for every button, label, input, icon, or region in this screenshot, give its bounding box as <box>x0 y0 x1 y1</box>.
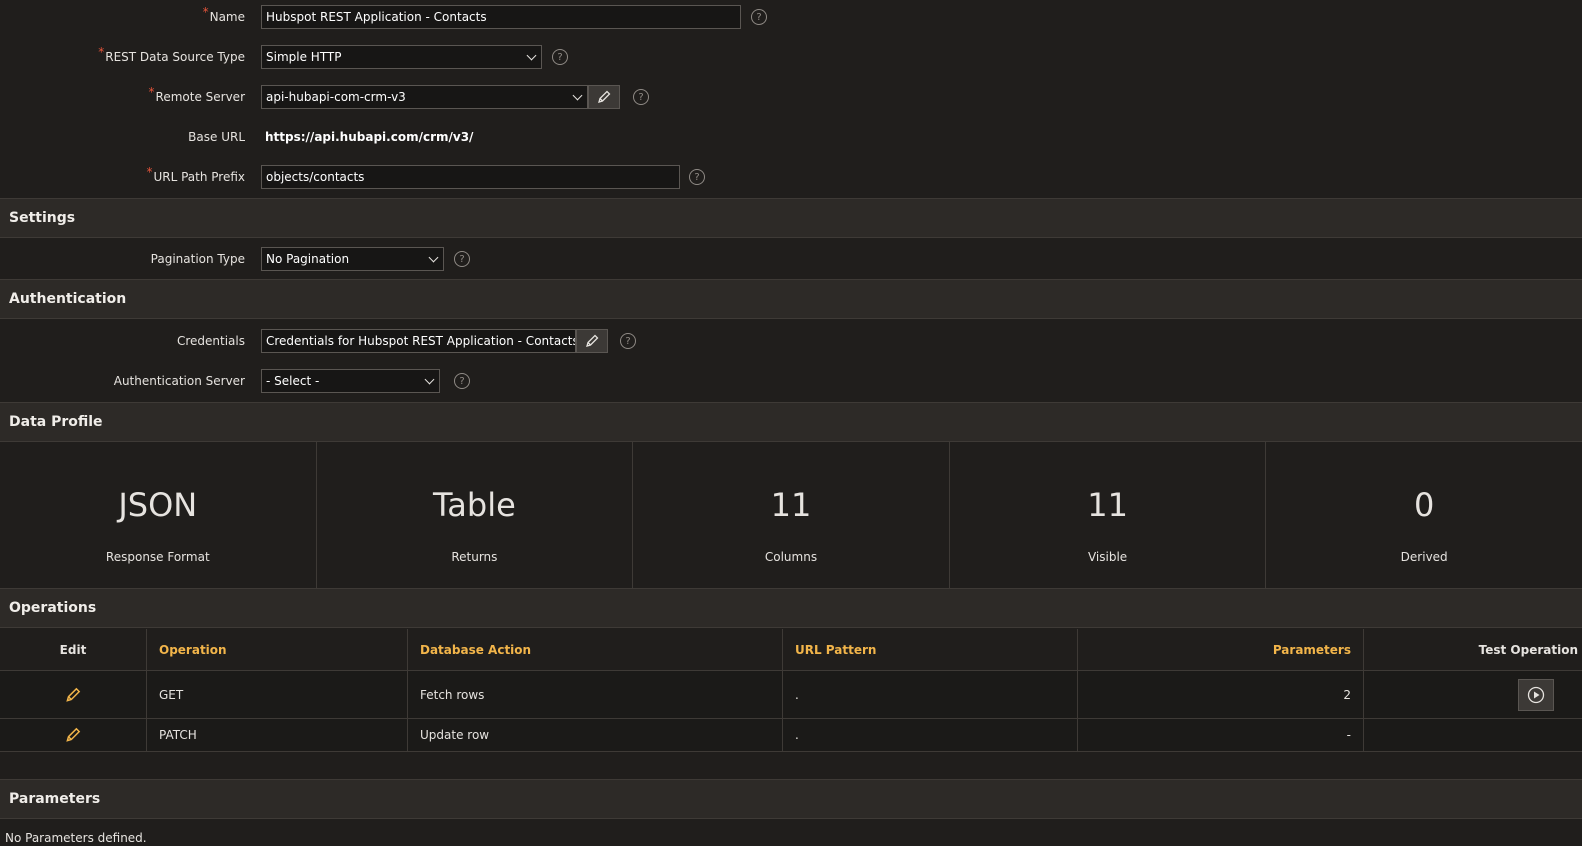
chevron-down-icon <box>428 252 439 262</box>
column-header-edit: Edit <box>0 629 147 670</box>
required-marker: * <box>148 85 155 99</box>
pencil-icon <box>598 90 611 103</box>
db-action-cell: Update row <box>408 719 783 751</box>
edit-row-button[interactable] <box>0 719 147 751</box>
credentials-select[interactable]: Credentials for Hubspot REST Application… <box>261 329 576 353</box>
tile-label: Derived <box>1400 550 1448 564</box>
chevron-down-icon <box>424 374 435 384</box>
pagination-select[interactable]: No Pagination <box>261 247 444 271</box>
credentials-row: Credentials Credentials for Hubspot REST… <box>0 329 1582 353</box>
no-parameters-message: No Parameters defined. <box>5 831 147 845</box>
operation-cell: GET <box>147 671 408 718</box>
table-row: GET Fetch rows . 2 <box>0 671 1582 719</box>
help-icon[interactable]: ? <box>454 251 470 267</box>
auth-server-row: Authentication Server - Select - ? <box>0 369 1582 393</box>
credentials-label: Credentials <box>176 334 245 348</box>
operation-cell: PATCH <box>147 719 408 751</box>
tile-label: Response Format <box>105 550 210 564</box>
operations-section-header: Operations <box>0 588 1582 628</box>
profile-tile-returns: Table Returns <box>317 442 634 588</box>
edit-row-button[interactable] <box>0 671 147 718</box>
parameters-cell: 2 <box>1078 671 1364 718</box>
profile-tile-columns: 11 Columns <box>633 442 950 588</box>
play-icon <box>1527 686 1545 703</box>
profile-tile-visible: 11 Visible <box>950 442 1267 588</box>
base-url-row: Base URL https://api.hubapi.com/crm/v3/ <box>0 125 1582 149</box>
tile-value: 11 <box>1087 486 1128 524</box>
name-input[interactable]: Hubspot REST Application - Contacts <box>261 5 741 29</box>
data-profile-tiles: JSON Response Format Table Returns 11 Colum… <box>0 442 1582 588</box>
pagination-row: Pagination Type No Pagination ? <box>0 247 1582 271</box>
help-icon[interactable]: ? <box>620 333 636 349</box>
pagination-label: Pagination Type <box>150 252 245 266</box>
source-type-select[interactable]: Simple HTTP <box>261 45 542 69</box>
pencil-icon <box>586 334 599 347</box>
edit-credentials-button[interactable] <box>576 329 608 353</box>
settings-section-header: Settings <box>0 198 1582 238</box>
remote-server-row: *Remote Server api-hubapi-com-crm-v3 ? <box>0 85 1582 109</box>
test-operation-button[interactable] <box>1518 678 1554 711</box>
source-type-label: *REST Data Source Type <box>98 45 245 64</box>
pencil-icon <box>66 687 81 702</box>
column-header-url-pattern[interactable]: URL Pattern <box>783 629 1078 670</box>
name-row: *Name Hubspot REST Application - Contact… <box>0 5 1582 29</box>
db-action-cell: Fetch rows <box>408 671 783 718</box>
test-operation-cell <box>1364 719 1582 751</box>
path-prefix-row: *URL Path Prefix objects/contacts ? <box>0 165 1582 189</box>
name-label: *Name <box>202 5 245 24</box>
parameters-section-header: Parameters <box>0 779 1582 819</box>
profile-tile-response-format: JSON Response Format <box>0 442 317 588</box>
help-icon[interactable]: ? <box>454 373 470 389</box>
tile-label: Visible <box>1087 550 1128 564</box>
column-header-test-operation: Test Operation <box>1478 642 1578 657</box>
url-pattern-cell: . <box>783 719 1078 751</box>
auth-server-label: Authentication Server <box>113 374 245 388</box>
authentication-section-header: Authentication <box>0 279 1582 319</box>
help-icon[interactable]: ? <box>633 89 649 105</box>
help-icon[interactable]: ? <box>689 169 705 185</box>
tile-label: Columns <box>764 550 818 564</box>
path-prefix-label: *URL Path Prefix <box>146 165 245 184</box>
data-profile-section-header: Data Profile <box>0 402 1582 442</box>
required-marker: * <box>98 45 105 59</box>
operations-table: Edit Operation Database Action URL Patte… <box>0 629 1582 752</box>
help-icon[interactable]: ? <box>552 49 568 65</box>
help-icon[interactable]: ? <box>751 9 767 25</box>
chevron-down-icon <box>526 50 537 60</box>
test-operation-cell <box>1364 671 1582 718</box>
parameters-cell: - <box>1078 719 1364 751</box>
auth-server-select[interactable]: - Select - <box>261 369 440 393</box>
tile-value: 0 <box>1413 486 1435 524</box>
required-marker: * <box>202 5 209 19</box>
table-header-row: Edit Operation Database Action URL Patte… <box>0 629 1582 671</box>
remote-server-select[interactable]: api-hubapi-com-crm-v3 <box>261 85 588 109</box>
profile-tile-derived: 0 Derived <box>1266 442 1582 588</box>
required-marker: * <box>146 165 153 179</box>
pencil-icon <box>66 727 81 742</box>
tile-label: Returns <box>451 550 498 564</box>
column-header-parameters[interactable]: Parameters <box>1078 629 1364 670</box>
chevron-down-icon <box>572 90 583 100</box>
base-url-value: https://api.hubapi.com/crm/v3/ <box>265 130 474 144</box>
table-row: PATCH Update row . - <box>0 719 1582 752</box>
remote-server-label: *Remote Server <box>148 85 245 104</box>
column-header-database-action[interactable]: Database Action <box>408 629 783 670</box>
edit-remote-server-button[interactable] <box>588 85 620 109</box>
tile-value: JSON <box>118 486 198 524</box>
column-header-operation[interactable]: Operation <box>147 629 408 670</box>
tile-value: 11 <box>770 486 812 524</box>
path-prefix-input[interactable]: objects/contacts <box>261 165 680 189</box>
tile-value: Table <box>433 486 516 524</box>
url-pattern-cell: . <box>783 671 1078 718</box>
source-type-row: *REST Data Source Type Simple HTTP ? <box>0 45 1582 69</box>
base-url-label: Base URL <box>188 130 245 144</box>
